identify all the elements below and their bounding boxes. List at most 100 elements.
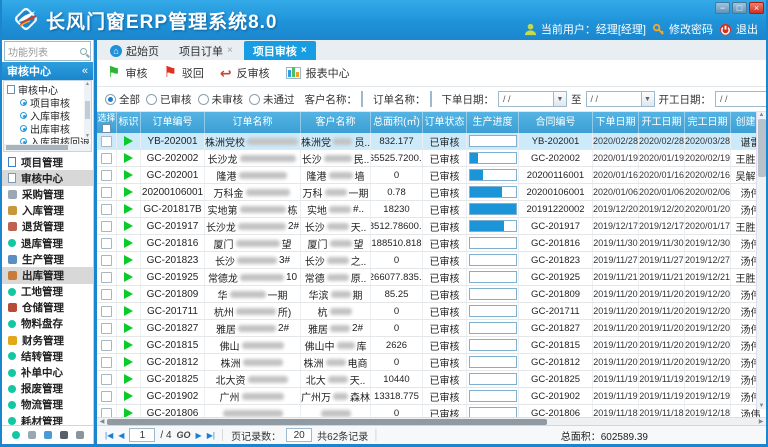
tree-horizontal-scrollbar[interactable] — [4, 144, 91, 151]
status-radio-2[interactable]: 未审核 — [198, 92, 244, 107]
sidebar-item-6[interactable]: 生产管理 — [2, 251, 93, 267]
customer-name-input[interactable] — [361, 91, 363, 107]
audit-button[interactable]: ⚑审核 — [107, 65, 147, 81]
prev-page-button[interactable]: ◀ — [118, 431, 124, 440]
sidebar-item-15[interactable]: 物流管理 — [2, 397, 93, 413]
row-checkbox[interactable] — [101, 306, 112, 317]
column-header-9[interactable]: 下单日期 — [593, 112, 639, 133]
sidebar-item-16[interactable]: 耗材管理 — [2, 413, 93, 425]
collapse-icon[interactable]: « — [82, 65, 88, 77]
select-all-checkbox[interactable] — [102, 124, 111, 133]
page-size-input[interactable]: 20 — [286, 428, 312, 442]
row-checkbox[interactable] — [101, 272, 112, 283]
change-password-button[interactable]: 修改密码 — [652, 21, 713, 37]
table-row[interactable]: GC-201815佛山佛山中库2626已审核GC-2018152019/11/2… — [97, 337, 766, 354]
sidebar-item-0[interactable]: 项目管理 — [2, 154, 93, 170]
sidebar-item-5[interactable]: 退库管理 — [2, 235, 93, 251]
calendar-icon[interactable] — [60, 431, 68, 439]
table-vertical-scrollbar[interactable]: ▲▼ — [756, 112, 766, 409]
table-row[interactable]: GC-201817B实地第栋实地#..18230已审核2019122000220… — [97, 201, 766, 218]
row-checkbox[interactable] — [101, 374, 112, 385]
tab-project-order[interactable]: 项目订单× — [170, 41, 242, 60]
table-row[interactable]: GC-201816厦门望厦门望188510.818已审核GC-201816201… — [97, 235, 766, 252]
row-checkbox[interactable] — [101, 255, 112, 266]
table-horizontal-scrollbar[interactable]: ◀▶ — [97, 417, 766, 425]
row-checkbox[interactable] — [101, 136, 112, 147]
table-row[interactable]: 20200106001万科金万科一期0.78已审核202001060012020… — [97, 184, 766, 201]
table-row[interactable]: GC-201809华一期华滨期85.25已审核GC-2018092019/11/… — [97, 286, 766, 303]
sidebar-item-12[interactable]: 结转管理 — [2, 348, 93, 364]
maximize-button[interactable]: □ — [732, 2, 747, 14]
row-checkbox[interactable] — [101, 323, 112, 334]
sidebar-item-1[interactable]: 审核中心 — [2, 170, 93, 186]
status-radio-1[interactable]: 已审核 — [146, 92, 192, 107]
row-checkbox[interactable] — [101, 340, 112, 351]
row-checkbox[interactable] — [101, 204, 112, 215]
column-header-5[interactable]: 总面积(㎡) — [371, 112, 423, 133]
sidebar-item-10[interactable]: 物料盘存 — [2, 316, 93, 332]
column-header-2[interactable]: 订单编号 — [141, 112, 205, 133]
row-checkbox[interactable] — [101, 357, 112, 368]
table-row[interactable]: GC-202001隆港隆港墙0已审核202001160012020/01/162… — [97, 167, 766, 184]
order-name-input[interactable] — [430, 91, 432, 107]
column-header-4[interactable]: 客户名称 — [301, 112, 371, 133]
table-row[interactable]: GC-201902广州广州万森林13318.775已审核GC-201902201… — [97, 388, 766, 405]
report-center-button[interactable]: 报表中心 — [286, 65, 350, 81]
row-checkbox[interactable] — [101, 170, 112, 181]
status-radio-0[interactable]: 全部 — [105, 92, 140, 107]
tree-vertical-scrollbar[interactable]: ▲▼ — [84, 81, 91, 139]
last-page-button[interactable]: ▶| — [207, 431, 215, 440]
cart-icon[interactable] — [28, 431, 36, 439]
tab-home[interactable]: ⌂起始页 — [101, 41, 168, 60]
function-search-input[interactable]: 功能列表 — [4, 41, 91, 61]
table-row[interactable]: GC-201917长沙龙2#长沙天..8512.78600..已审核GC-201… — [97, 218, 766, 235]
sidebar-item-9[interactable]: 仓储管理 — [2, 300, 93, 316]
go-button[interactable]: GO — [177, 430, 191, 440]
column-header-6[interactable]: 订单状态 — [423, 112, 467, 133]
sidebar-item-7[interactable]: 出库管理 — [2, 267, 93, 283]
row-checkbox[interactable] — [101, 221, 112, 232]
table-row[interactable]: GC-201925常德龙10常德原..266077.835..已审核GC-201… — [97, 269, 766, 286]
column-header-3[interactable]: 订单名称 — [205, 112, 301, 133]
column-header-11[interactable]: 完工日期 — [685, 112, 731, 133]
table-row[interactable]: GC-201825北大资北大天..10440已审核GC-2018252019/1… — [97, 371, 766, 388]
row-checkbox[interactable] — [101, 153, 112, 164]
sidebar-item-2[interactable]: 采购管理 — [2, 186, 93, 202]
logout-button[interactable]: 退出 — [719, 21, 758, 37]
row-checkbox[interactable] — [101, 289, 112, 300]
status-radio-3[interactable]: 未通过 — [249, 92, 295, 107]
table-row[interactable]: GC-202002长沙龙长沙民..65525.7200..已审核GC-20200… — [97, 150, 766, 167]
pen-icon[interactable] — [44, 431, 52, 439]
unaudit-button[interactable]: ↩反审核 — [220, 65, 270, 81]
table-row[interactable]: GC-201711杭州所)杭0已审核GC-2017112019/11/20201… — [97, 303, 766, 320]
column-header-10[interactable]: 开工日期 — [639, 112, 685, 133]
table-row[interactable]: YB-202001株洲党校株洲党员..832.177已审核YB-20200120… — [97, 133, 766, 150]
table-row[interactable]: GC-201812株洲株洲电商0已审核GC-2018122019/11/2020… — [97, 354, 766, 371]
table-row[interactable]: GC-201823长沙3#长沙之..0已审核GC-2018232019/11/2… — [97, 252, 766, 269]
order-date-to-input[interactable]: / / — [586, 91, 642, 107]
column-header-7[interactable]: 生产进度 — [467, 112, 519, 133]
start-date-input[interactable]: / / — [715, 91, 766, 107]
row-checkbox[interactable] — [101, 238, 112, 249]
table-row[interactable]: GC-201827雅居2#雅居2#0已审核GC-2018272019/11/20… — [97, 320, 766, 337]
order-date-to-dropdown-icon[interactable]: ▼ — [642, 91, 655, 107]
sidebar-item-11[interactable]: 财务管理 — [2, 332, 93, 348]
order-date-from-input[interactable]: / / — [498, 91, 554, 107]
sidebar-item-8[interactable]: 工地管理 — [2, 284, 93, 300]
close-icon[interactable]: × — [301, 45, 307, 56]
column-header-8[interactable]: 合同编号 — [519, 112, 593, 133]
table-row[interactable]: GC-2018060已审核GC-2018062019/11/182019/11/… — [97, 405, 766, 417]
row-checkbox[interactable] — [101, 391, 112, 402]
next-page-button[interactable]: ▶ — [196, 431, 202, 440]
minimize-button[interactable]: − — [715, 2, 730, 14]
row-checkbox[interactable] — [101, 187, 112, 198]
sidebar-item-14[interactable]: 报废管理 — [2, 381, 93, 397]
first-page-button[interactable]: |◀ — [105, 431, 113, 440]
sidebar-item-3[interactable]: 入库管理 — [2, 203, 93, 219]
reject-button[interactable]: ⚑驳回 — [163, 65, 203, 81]
column-header-0[interactable]: 选择 — [97, 112, 117, 133]
close-icon[interactable]: × — [227, 45, 233, 56]
dot-icon[interactable] — [12, 431, 20, 439]
tab-project-audit[interactable]: 项目审核× — [244, 41, 316, 60]
sidebar-item-4[interactable]: 退货管理 — [2, 219, 93, 235]
